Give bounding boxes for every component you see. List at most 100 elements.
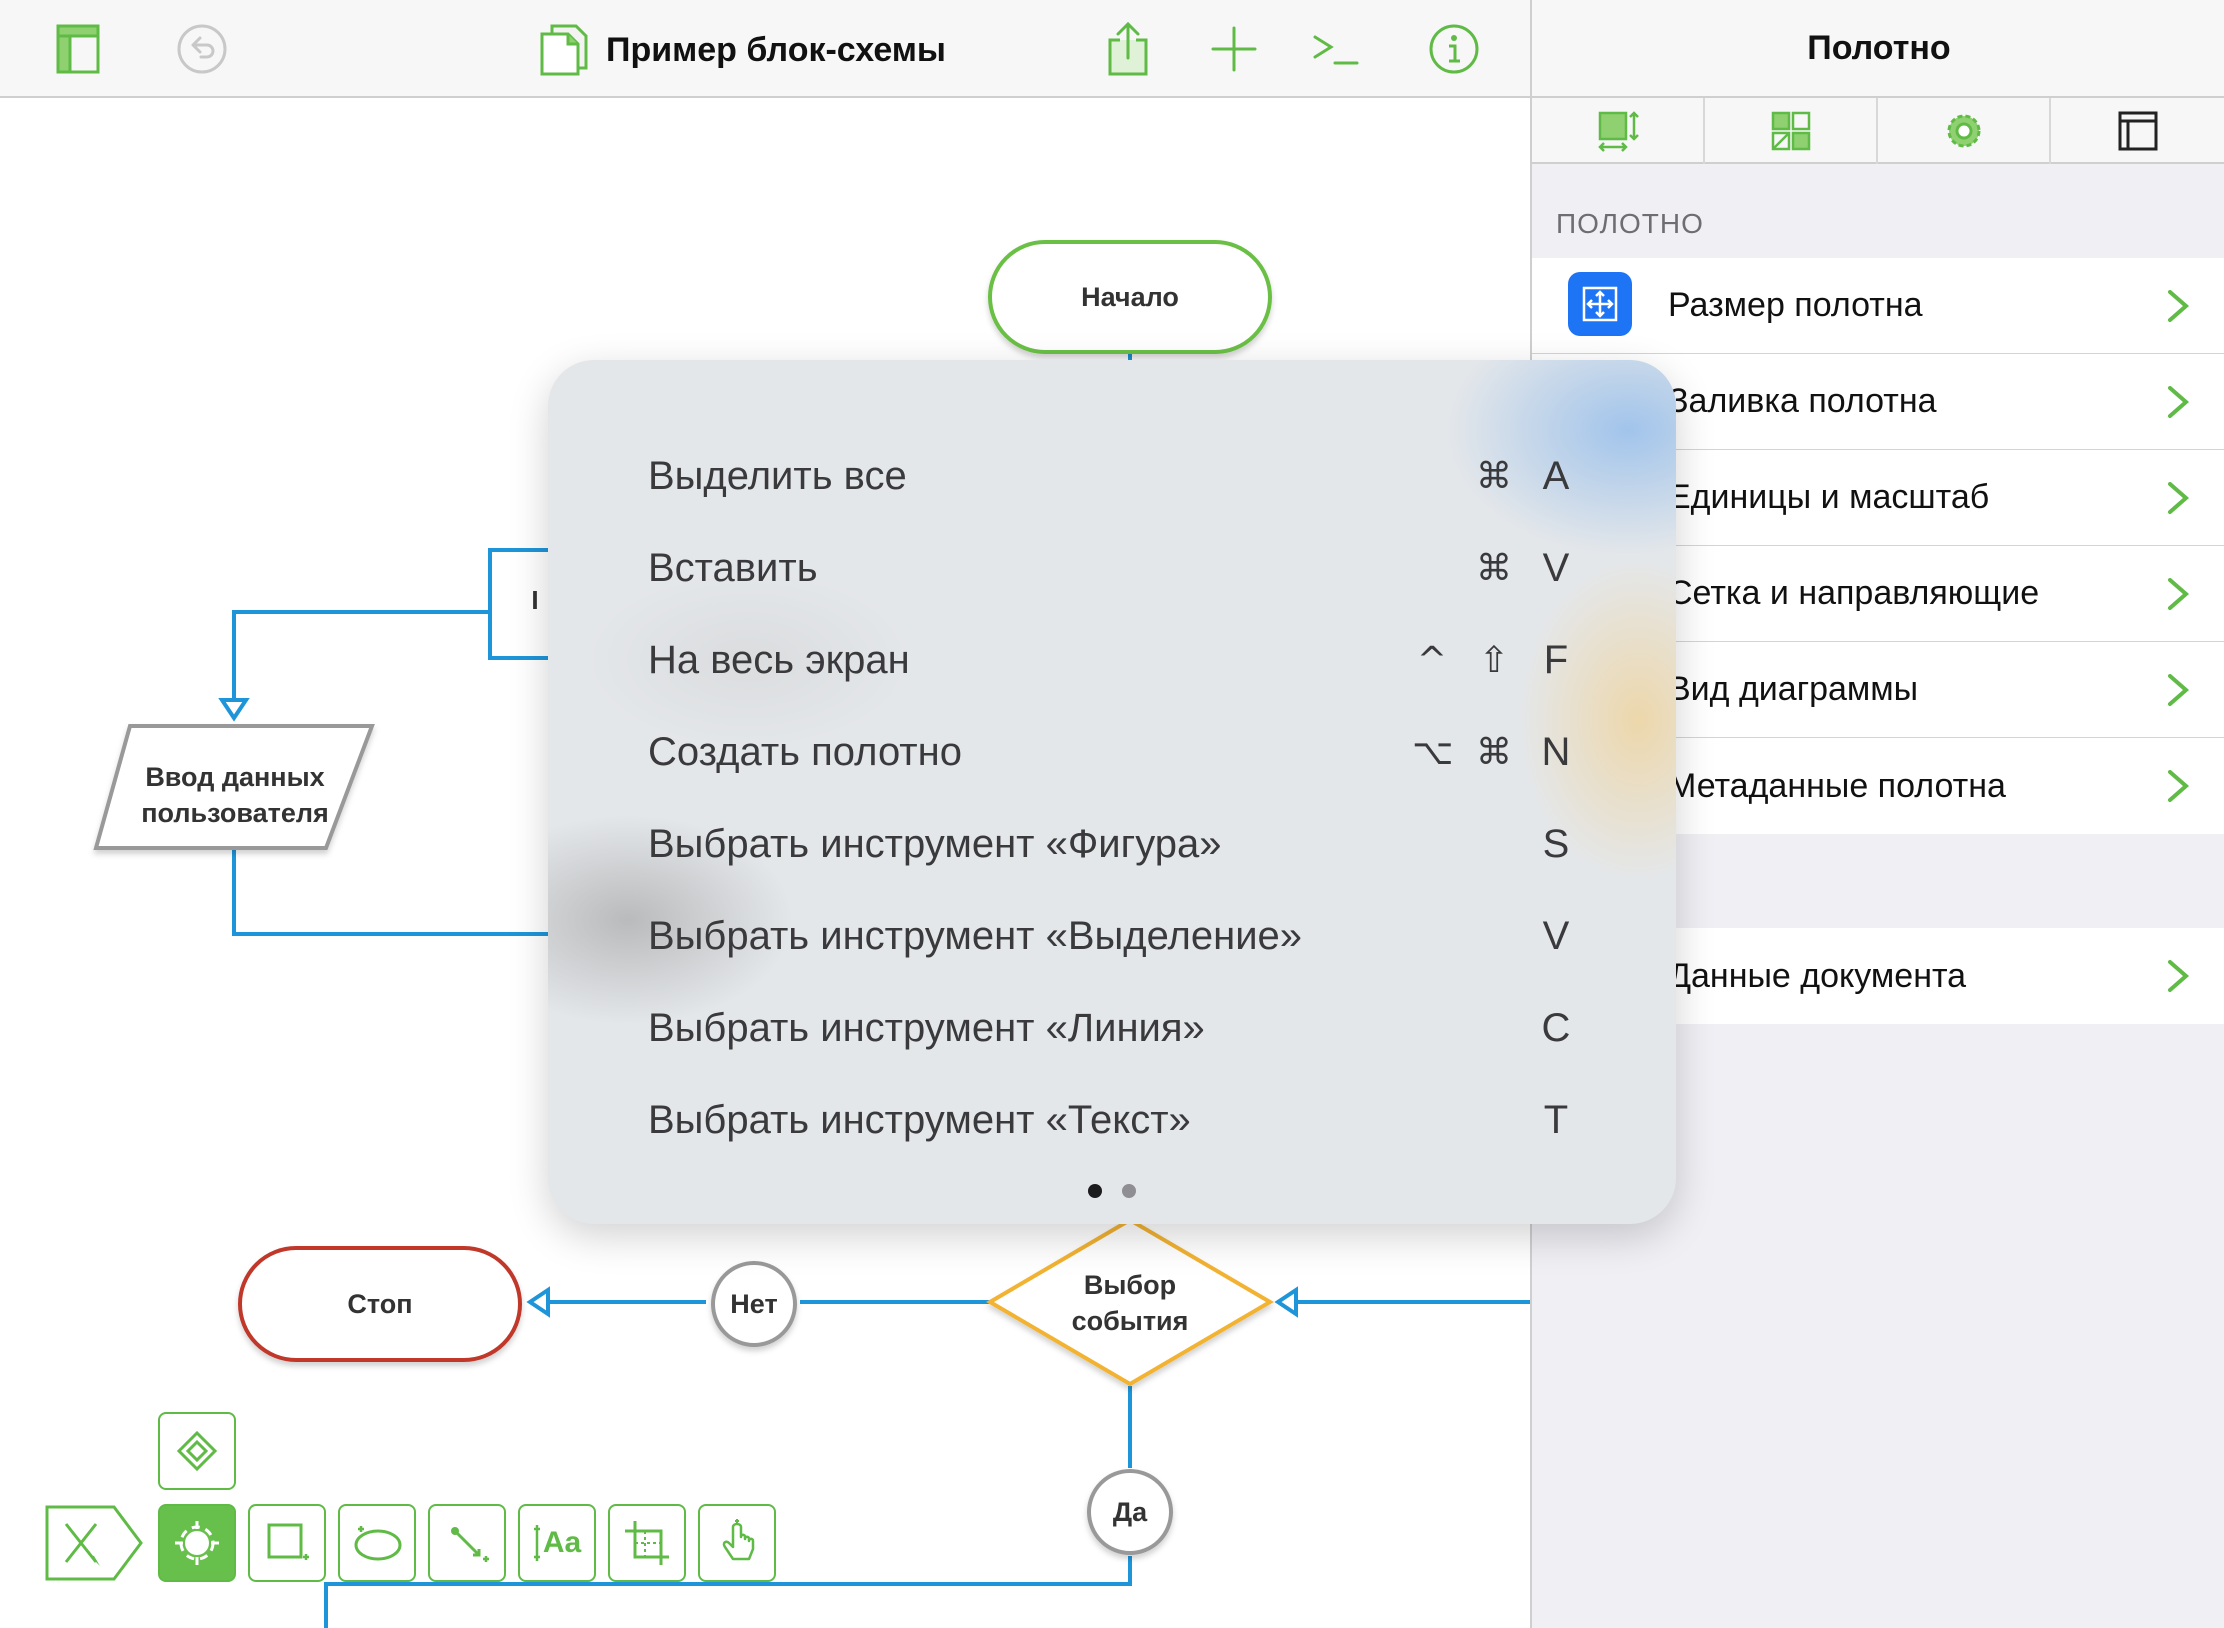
shortcut-row: Выбрать инструмент «Линия» C	[648, 998, 1576, 1058]
crop-tool-button[interactable]	[608, 1504, 686, 1582]
document-title: Пример блок-схемы	[606, 30, 946, 69]
start-node-label: Начало	[1081, 282, 1179, 312]
page-dot-active[interactable]	[1088, 1184, 1102, 1198]
shortcut-keys: T	[1536, 1090, 1576, 1150]
chevron-right-icon	[2168, 386, 2190, 418]
shortcut-row: Выбрать инструмент «Текст» T	[648, 1090, 1576, 1150]
shortcut-label: Выбрать инструмент «Текст»	[648, 1098, 1191, 1142]
properties-icon	[1942, 109, 1986, 153]
close-palette-button[interactable]	[44, 1504, 144, 1582]
crop-tool-icon	[623, 1519, 671, 1567]
shortcut-key: S	[1542, 821, 1570, 866]
undo-icon[interactable]	[172, 0, 232, 98]
tab-canvas[interactable]	[2051, 98, 2224, 164]
shortcut-key: C	[1541, 1005, 1571, 1050]
tab-style[interactable]	[1705, 98, 1878, 164]
diamond-tool-button[interactable]	[158, 1412, 236, 1490]
shortcut-row: Создать полотно ⌥ ⌘ N	[648, 722, 1576, 782]
row-canvas-size[interactable]: Размер полотна	[1532, 258, 2224, 354]
shortcut-row: Выбрать инструмент «Выделение» V	[648, 906, 1576, 966]
inspector-title: Полотно	[1807, 28, 1951, 67]
yes-node-label: Да	[1112, 1497, 1148, 1527]
sidebar-icon[interactable]	[48, 0, 108, 98]
decision-node-line-2: события	[1071, 1306, 1189, 1336]
keyboard-shortcuts-overlay: Выделить все ⌘ A Вставить ⌘ V На весь эк…	[548, 360, 1676, 1224]
shortcut-label: Выбрать инструмент «Фигура»	[648, 822, 1222, 866]
top-toolbar: Пример блок-схемы	[0, 0, 1530, 98]
hand-tool-icon	[713, 1519, 761, 1567]
shortcut-keys: ⌘ A	[1474, 446, 1576, 506]
shortcut-label: Создать полотно	[648, 730, 962, 774]
terminal-icon[interactable]	[1306, 0, 1366, 98]
canvas-size-icon	[1568, 272, 1632, 336]
option-key-glyph: ⌥	[1412, 731, 1454, 773]
page-indicator[interactable]	[548, 1184, 1676, 1204]
stop-node-label: Стоп	[347, 1289, 413, 1319]
chevron-right-icon	[2168, 482, 2190, 514]
decision-node-line-1: Выбор	[1083, 1270, 1177, 1300]
text-tool-button[interactable]: Aa	[518, 1504, 596, 1582]
row-label: Сетка и направляющие	[1668, 574, 2040, 612]
share-icon[interactable]	[1098, 0, 1158, 98]
style-icon	[1769, 109, 1813, 153]
shortcut-key: V	[1542, 913, 1570, 958]
command-key-glyph: ⌘	[1476, 455, 1512, 497]
selection-tool-button[interactable]	[158, 1504, 236, 1582]
decision-node-label: Выбор события	[1030, 1258, 1230, 1348]
shape-tool-icon	[263, 1519, 311, 1567]
tab-arrange[interactable]	[1532, 98, 1705, 164]
shortcut-row: На весь экран ^ ⇧ F	[648, 630, 1576, 690]
input-node-line-1: Ввод данных	[145, 762, 325, 792]
shortcut-row: Выделить все ⌘ A	[648, 446, 1576, 506]
shortcut-key: N	[1541, 729, 1571, 774]
shape-tool-button[interactable]	[248, 1504, 326, 1582]
input-node-label: Ввод данных пользователя	[110, 750, 360, 840]
chevron-right-icon	[2168, 578, 2190, 610]
shortcut-keys: ⌥ ⌘ N	[1412, 722, 1576, 782]
shift-key-glyph: ⇧	[1478, 639, 1510, 681]
arrange-icon	[1596, 109, 1640, 153]
tab-properties[interactable]	[1878, 98, 2051, 164]
chevron-right-icon	[2168, 674, 2190, 706]
chevron-right-icon	[2168, 960, 2190, 992]
shortcut-key: T	[1543, 1097, 1569, 1142]
input-node-line-2: пользователя	[141, 798, 329, 828]
shortcut-key: F	[1543, 637, 1569, 682]
info-icon[interactable]	[1424, 0, 1484, 98]
row-label: Данные документа	[1668, 956, 1967, 995]
document-title-area[interactable]: Пример блок-схемы	[540, 20, 946, 80]
shortcut-keys: ^ ⇧ F	[1412, 630, 1576, 690]
inspector-header: Полотно	[1532, 0, 2224, 98]
row-label: Единицы и масштаб	[1668, 478, 1990, 516]
close-palette-icon	[45, 1505, 143, 1581]
chevron-right-icon	[2168, 770, 2190, 802]
row-label: Заливка полотна	[1668, 382, 1937, 420]
canvas-icon	[2116, 109, 2160, 153]
text-tool-glyph: Aa	[542, 1526, 582, 1559]
lasso-tool-icon	[350, 1519, 404, 1567]
shortcut-key: A	[1542, 453, 1570, 498]
row-label: Метаданные полотна	[1668, 766, 2006, 805]
diamond-tool-icon	[175, 1429, 219, 1473]
selection-tool-icon	[173, 1519, 221, 1567]
shortcut-keys: C	[1536, 998, 1576, 1058]
document-icon	[540, 24, 588, 76]
shortcut-row: Вставить ⌘ V	[648, 538, 1576, 598]
inspector-tabs	[1532, 98, 2224, 164]
line-tool-button[interactable]	[428, 1504, 506, 1582]
add-icon[interactable]	[1204, 0, 1264, 98]
lasso-tool-button[interactable]	[338, 1504, 416, 1582]
row-label: Вид диаграммы	[1668, 670, 1919, 708]
control-key-glyph: ^	[1416, 639, 1448, 681]
shortcut-row: Выбрать инструмент «Фигура» S	[648, 814, 1576, 874]
page-dot[interactable]	[1122, 1184, 1136, 1198]
chevron-right-icon	[2168, 290, 2190, 322]
shortcut-keys: S	[1536, 814, 1576, 874]
hand-tool-button[interactable]	[698, 1504, 776, 1582]
shortcut-label: Выбрать инструмент «Выделение»	[648, 914, 1303, 958]
shortcut-label: Вставить	[648, 546, 818, 590]
shortcut-label: Выделить все	[648, 454, 907, 498]
text-tool-icon: Aa	[533, 1523, 581, 1563]
partial-node-label: I	[531, 585, 539, 615]
shortcut-keys: ⌘ V	[1474, 538, 1576, 598]
